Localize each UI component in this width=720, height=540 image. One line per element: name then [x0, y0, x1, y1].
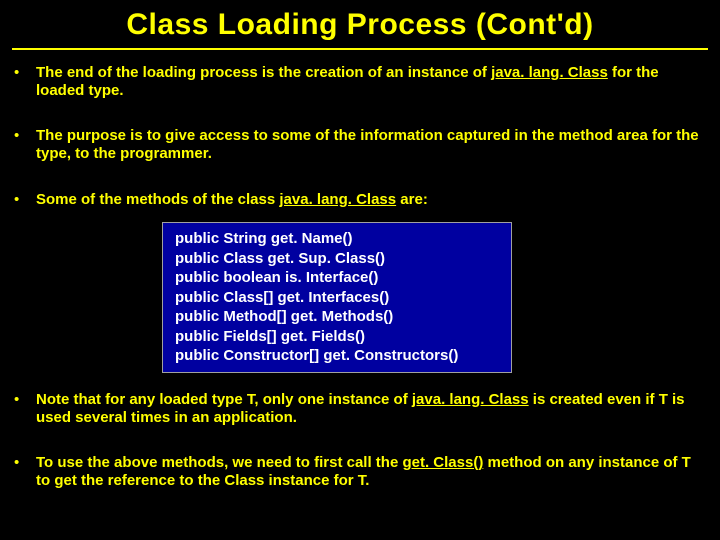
code-line: public Method[] get. Methods() [175, 307, 499, 327]
text-run: are: [396, 191, 428, 208]
bullet-text: The purpose is to give access to some of… [36, 127, 708, 162]
text-underline: java. lang. Class [491, 64, 608, 81]
bullet-marker: • [12, 191, 36, 209]
bullet-text: The end of the loading process is the cr… [36, 64, 708, 99]
code-line: public Class get. Sup. Class() [175, 249, 499, 269]
text-run: The end of the loading process is the cr… [36, 64, 491, 81]
bullet-marker: • [12, 454, 36, 472]
code-box: public String get. Name() public Class g… [162, 222, 512, 373]
list-item: • To use the above methods, we need to f… [12, 454, 708, 489]
list-item: • Some of the methods of the class java.… [12, 191, 708, 209]
bullet-list: • Note that for any loaded type T, only … [12, 391, 708, 490]
text-underline: java. lang. Class [279, 191, 396, 208]
code-line: public Class[] get. Interfaces() [175, 288, 499, 308]
slide: Class Loading Process (Cont'd) • The end… [0, 0, 720, 530]
text-run: Some of the methods of the class [36, 191, 279, 208]
list-item: • The purpose is to give access to some … [12, 127, 708, 162]
bullet-list: • The end of the loading process is the … [12, 64, 708, 208]
text-run: To use the above methods, we need to fir… [36, 454, 402, 471]
bullet-text: To use the above methods, we need to fir… [36, 454, 708, 489]
bullet-marker: • [12, 391, 36, 409]
bullet-text: Some of the methods of the class java. l… [36, 191, 708, 209]
text-underline: java. lang. Class [412, 391, 529, 408]
list-item: • Note that for any loaded type T, only … [12, 391, 708, 426]
bullet-marker: • [12, 127, 36, 145]
text-run: Note that for any loaded type T, only on… [36, 391, 412, 408]
code-line: public Fields[] get. Fields() [175, 327, 499, 347]
page-title: Class Loading Process (Cont'd) [12, 8, 708, 50]
bullet-marker: • [12, 64, 36, 82]
code-line: public Constructor[] get. Constructors() [175, 346, 499, 366]
bullet-text: Note that for any loaded type T, only on… [36, 391, 708, 426]
code-line: public boolean is. Interface() [175, 268, 499, 288]
text-underline: get. Class() [402, 454, 483, 471]
list-item: • The end of the loading process is the … [12, 64, 708, 99]
code-line: public String get. Name() [175, 229, 499, 249]
